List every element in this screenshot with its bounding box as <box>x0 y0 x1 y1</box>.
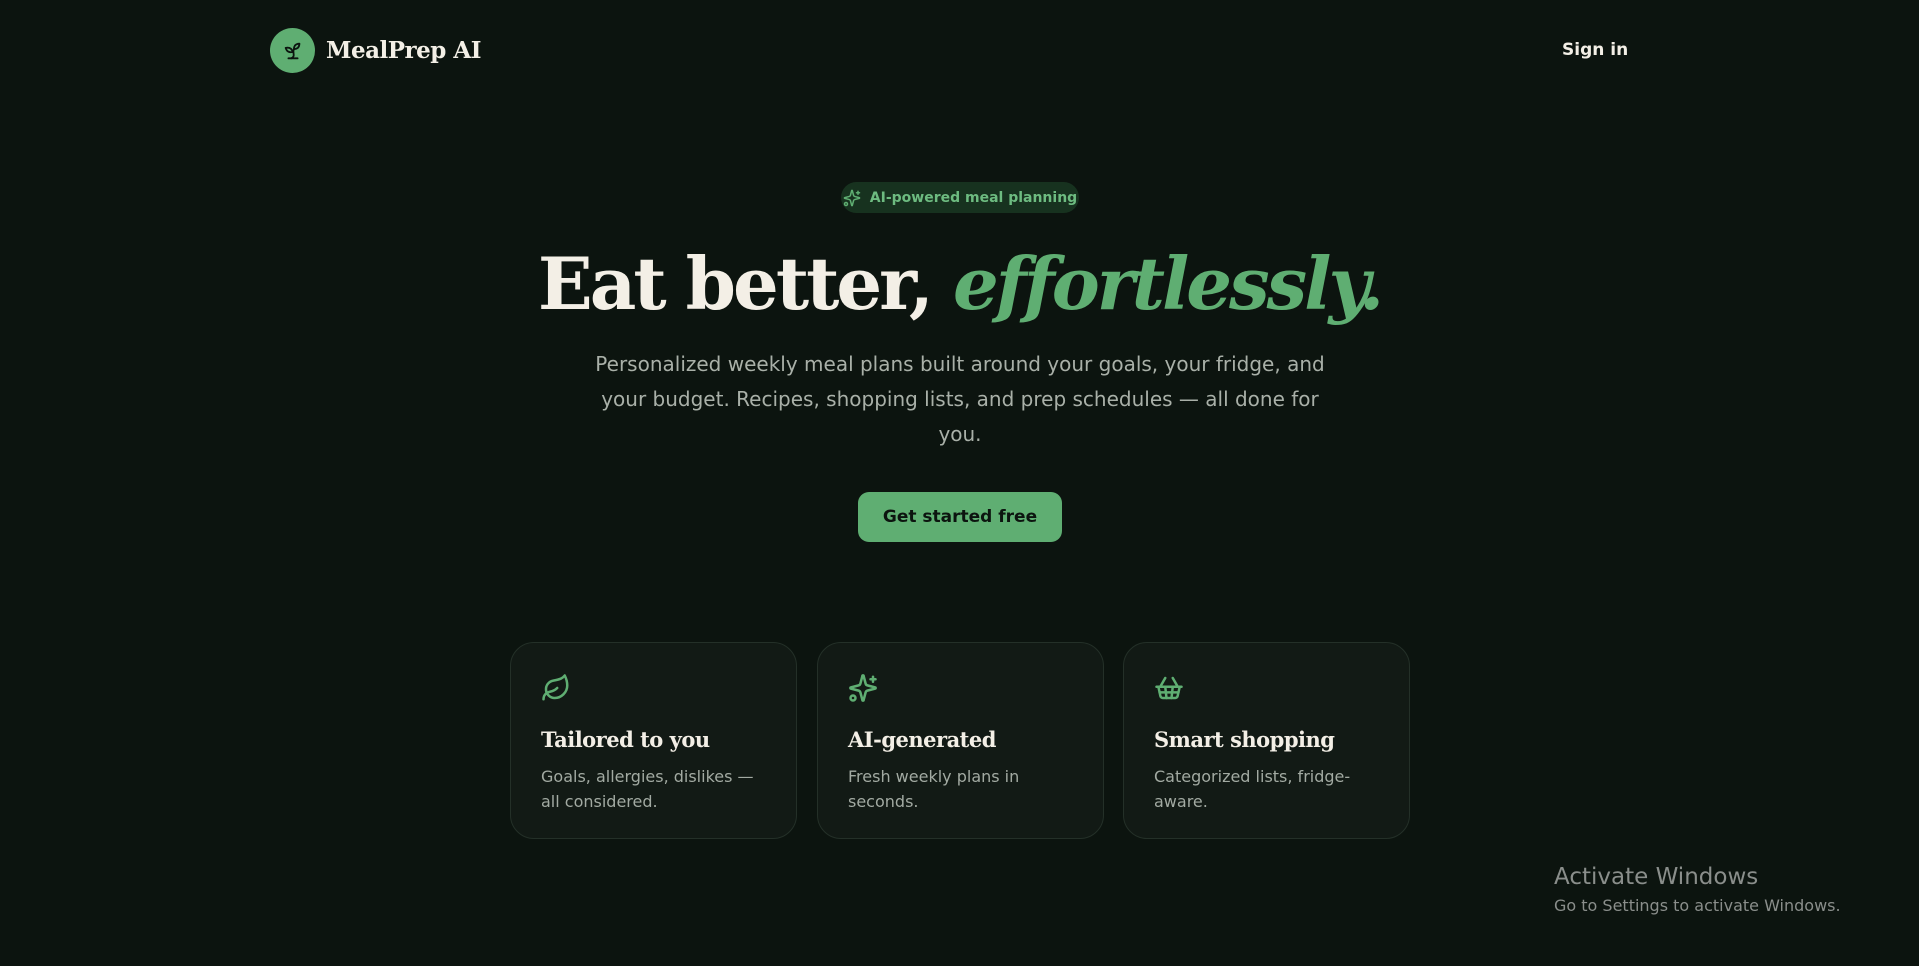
hero-headline: Eat better, effortlessly. <box>0 236 1919 332</box>
brand[interactable]: MealPrep AI <box>270 28 481 73</box>
feature-description: Fresh weekly plans in seconds. <box>848 767 1020 811</box>
sign-in-link[interactable]: Sign in <box>1562 40 1628 60</box>
basket-icon <box>1155 676 1183 700</box>
feature-title: Smart shopping <box>1154 727 1335 752</box>
headline-accent: effortlessly. <box>952 241 1384 326</box>
sparkles-icon <box>849 674 877 702</box>
feature-card-shopping: Smart shopping Categorized lists, fridge… <box>1123 642 1410 839</box>
watermark-title: Activate Windows <box>1554 864 1759 890</box>
hero-subtitle: Personalized weekly meal plans built aro… <box>595 352 1325 446</box>
leaf-icon <box>542 674 569 701</box>
feature-card-tailored: Tailored to you Goals, allergies, dislik… <box>510 642 797 839</box>
feature-card-ai: AI-generated Fresh weekly plans in secon… <box>817 642 1104 839</box>
get-started-button[interactable]: Get started free <box>858 492 1062 542</box>
feature-title: AI-generated <box>848 727 996 752</box>
sprout-icon <box>270 28 315 73</box>
headline-start: Eat better, <box>537 241 953 326</box>
watermark-subtitle: Go to Settings to activate Windows. <box>1554 896 1841 915</box>
feature-description: Goals, allergies, dislikes — all conside… <box>541 767 754 811</box>
sparkles-icon <box>843 189 861 206</box>
activate-windows-watermark: Activate Windows Go to Settings to activ… <box>1554 862 1841 918</box>
feature-title: Tailored to you <box>541 727 710 752</box>
brand-name: MealPrep AI <box>326 37 481 64</box>
site-header: MealPrep AI Sign in <box>0 0 1919 102</box>
feature-description: Categorized lists, fridge-aware. <box>1154 767 1351 811</box>
badge-label: AI-powered meal planning <box>869 189 1078 206</box>
ai-badge: AI-powered meal planning <box>841 182 1079 213</box>
